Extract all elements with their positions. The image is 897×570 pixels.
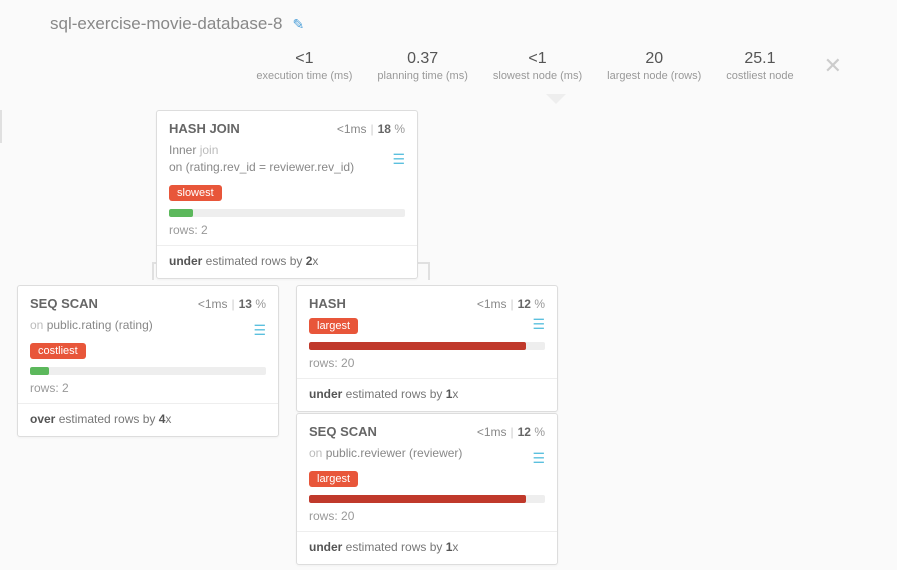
usage-bar [309, 342, 545, 350]
stat-value: <1 [493, 50, 582, 68]
node-detail: on public.rating (rating) [30, 317, 266, 334]
estimate-info: over estimated rows by 4x [30, 412, 266, 426]
stats-bar: <1 execution time (ms) 0.37 planning tim… [256, 50, 842, 82]
stat-label: planning time (ms) [377, 70, 467, 82]
usage-bar [30, 367, 266, 375]
stat-value: 25.1 [726, 50, 793, 68]
plan-canvas[interactable]: HASH JOIN <1ms|18 % Inner join on (ratin… [0, 110, 897, 570]
rows-count: rows: 20 [309, 509, 545, 523]
stat-value: 0.37 [377, 50, 467, 68]
database-icon[interactable]: ☰ [392, 151, 405, 168]
node-meta: <1ms|18 % [337, 122, 405, 136]
node-detail: Inner join on (rating.rev_id = reviewer.… [169, 142, 405, 176]
tag-largest: largest [309, 318, 358, 334]
node-seq-scan-reviewer[interactable]: SEQ SCAN <1ms|12 % on public.reviewer (r… [296, 413, 558, 565]
node-detail: on public.reviewer (reviewer) [309, 445, 545, 462]
stat-label: slowest node (ms) [493, 70, 582, 82]
node-meta: <1ms|12 % [477, 297, 545, 311]
rows-count: rows: 20 [309, 356, 545, 370]
usage-bar [309, 495, 545, 503]
stat-value: 20 [607, 50, 701, 68]
usage-bar-fill [30, 367, 49, 375]
stat-plan-time: 0.37 planning time (ms) [377, 50, 467, 82]
usage-bar [169, 209, 405, 217]
database-icon[interactable]: ☰ [532, 450, 545, 467]
plan-name: sql-exercise-movie-database-8 [50, 14, 282, 34]
node-title: SEQ SCAN [309, 424, 377, 439]
stat-label: largest node (rows) [607, 70, 701, 82]
connector [0, 110, 2, 128]
estimate-info: under estimated rows by 1x [309, 540, 545, 554]
page-title: sql-exercise-movie-database-8 ✎ [50, 14, 304, 34]
node-title: HASH [309, 296, 346, 311]
tag-largest: largest [309, 471, 358, 487]
node-title: HASH JOIN [169, 121, 240, 136]
database-icon[interactable]: ☰ [532, 316, 545, 333]
stat-costliest: 25.1 costliest node [726, 50, 793, 82]
node-seq-scan-rating[interactable]: SEQ SCAN <1ms|13 % on public.rating (rat… [17, 285, 279, 437]
usage-bar-fill [169, 209, 193, 217]
stat-slowest: <1 slowest node (ms) [493, 50, 582, 82]
connector [0, 128, 2, 143]
node-hash[interactable]: HASH <1ms|12 % ☰ largest rows: 20 under … [296, 285, 558, 412]
usage-bar-fill [309, 342, 526, 350]
database-icon[interactable]: ☰ [253, 322, 266, 339]
usage-bar-fill [309, 495, 526, 503]
stat-label: costliest node [726, 70, 793, 82]
edit-icon[interactable]: ✎ [292, 16, 304, 33]
stat-label: execution time (ms) [256, 70, 352, 82]
rows-count: rows: 2 [30, 381, 266, 395]
stat-largest: 20 largest node (rows) [607, 50, 701, 82]
estimate-info: under estimated rows by 1x [309, 387, 545, 401]
close-icon[interactable]: ✕ [824, 53, 842, 79]
node-meta: <1ms|13 % [198, 297, 266, 311]
chevron-down-icon [546, 94, 566, 104]
node-meta: <1ms|12 % [477, 425, 545, 439]
stat-value: <1 [256, 50, 352, 68]
rows-count: rows: 2 [169, 223, 405, 237]
node-title: SEQ SCAN [30, 296, 98, 311]
tag-slowest: slowest [169, 185, 222, 201]
estimate-info: under estimated rows by 2x [169, 254, 405, 268]
stat-exec-time: <1 execution time (ms) [256, 50, 352, 82]
node-hash-join[interactable]: HASH JOIN <1ms|18 % Inner join on (ratin… [156, 110, 418, 279]
tag-costliest: costliest [30, 343, 86, 359]
